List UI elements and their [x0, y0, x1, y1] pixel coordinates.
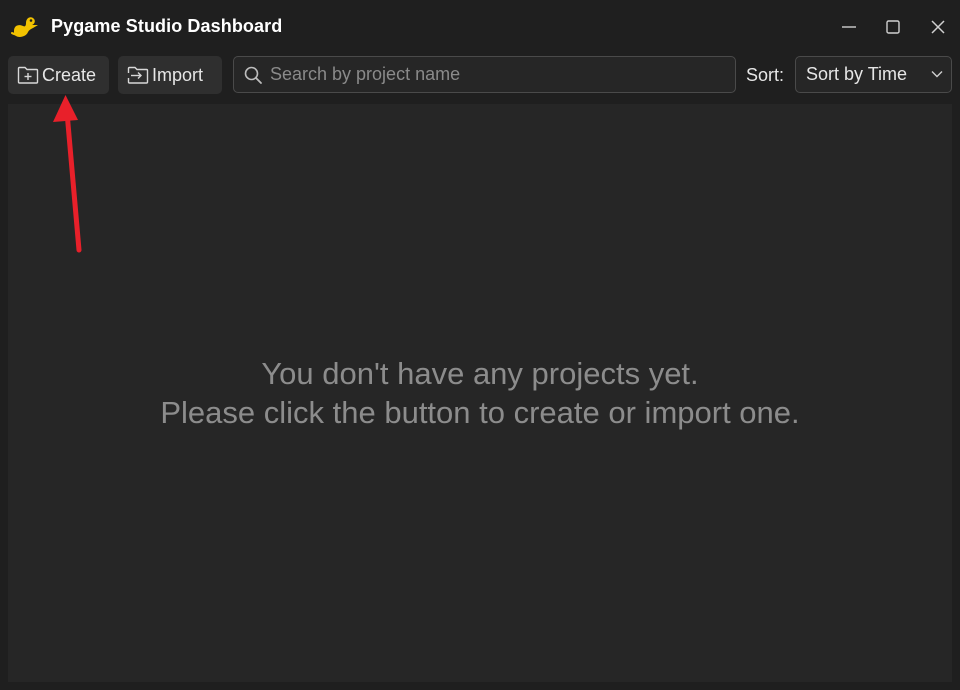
create-button-label: Create [42, 64, 97, 85]
sort-label: Sort: [746, 65, 785, 85]
search-box[interactable] [233, 56, 736, 93]
close-button[interactable] [918, 10, 958, 44]
import-button-label: Import [152, 64, 204, 85]
project-list-area: You don't have any projects yet. Please … [8, 104, 952, 682]
sort-dropdown-value: Sort by Time [806, 64, 908, 84]
maximize-button[interactable] [873, 10, 913, 44]
minimize-button[interactable] [829, 10, 869, 44]
app-window: Pygame Studio Dashboard Create Import Se… [0, 0, 960, 690]
import-button[interactable]: Import [118, 56, 222, 94]
annotation-arrow [53, 95, 82, 253]
folder-import-icon [127, 66, 149, 84]
python-logo-icon [11, 17, 38, 37]
sort-dropdown[interactable]: Sort by Time [795, 56, 952, 93]
empty-state-line-2: Please click the button to create or imp… [160, 395, 800, 430]
window-title: Pygame Studio Dashboard [51, 16, 283, 36]
search-input[interactable] [270, 59, 735, 90]
folder-plus-icon [17, 66, 39, 84]
maximize-icon [886, 20, 900, 34]
empty-state-line-1: You don't have any projects yet. [261, 356, 699, 391]
title-bar: Pygame Studio Dashboard [0, 0, 960, 54]
toolbar: Create Import Sort: Sort by Time [0, 55, 960, 97]
empty-state-message: You don't have any projects yet. Please … [8, 354, 952, 432]
search-icon [244, 66, 262, 84]
close-icon [931, 20, 945, 34]
chevron-down-icon [931, 71, 943, 78]
minimize-icon [842, 26, 856, 28]
